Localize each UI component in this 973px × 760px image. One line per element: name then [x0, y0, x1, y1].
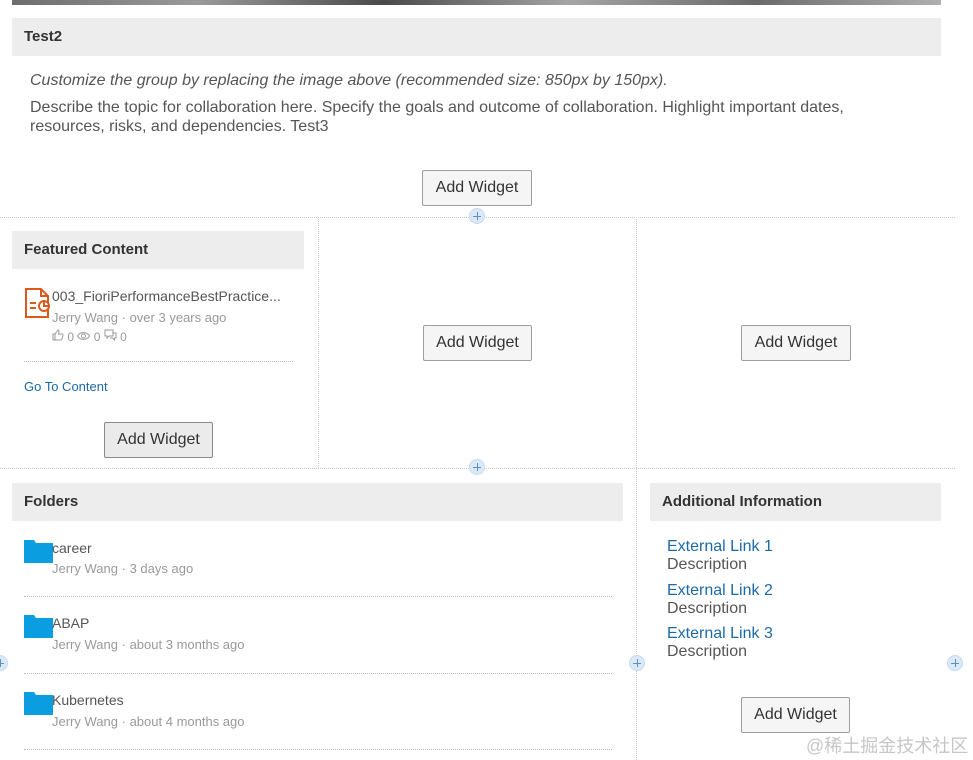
folders-title: Folders	[24, 493, 79, 510]
featured-item-name[interactable]: 003_FioriPerformanceBestPractice...	[52, 288, 281, 304]
folder-separator	[24, 673, 612, 674]
comment-icon[interactable]	[104, 329, 120, 344]
watermark: @稀土掘金技术社区	[806, 736, 969, 756]
go-to-content-link[interactable]: Go To Content	[24, 379, 108, 394]
featured-item-author[interactable]: Jerry Wang	[52, 310, 118, 325]
external-link-description: Description	[667, 643, 748, 660]
external-link-3[interactable]: External Link 3	[667, 625, 773, 643]
column-divider	[636, 217, 637, 760]
folder-icon	[24, 615, 53, 643]
comments-count: 0	[120, 330, 127, 344]
add-section-icon[interactable]	[0, 655, 8, 671]
views-count: 0	[93, 330, 101, 344]
folder-time: about 3 months ago	[129, 637, 245, 652]
external-link-description: Description	[667, 556, 748, 573]
external-link-2[interactable]: External Link 2	[667, 582, 773, 600]
folder-name[interactable]: ABAP	[52, 615, 89, 631]
folder-name[interactable]: Kubernetes	[52, 692, 124, 708]
add-widget-button[interactable]: Add Widget	[104, 422, 213, 458]
folder-separator	[24, 749, 612, 750]
meta-separator: ·	[121, 310, 126, 325]
featured-item-meta: Jerry Wang · over 3 years ago	[52, 310, 226, 325]
featured-item-time: over 3 years ago	[129, 310, 227, 325]
add-section-icon[interactable]	[629, 655, 645, 671]
additional-info-header: Additional Information	[650, 483, 941, 521]
thumbs-up-icon[interactable]	[52, 329, 67, 344]
add-widget-button[interactable]: Add Widget	[741, 325, 851, 361]
meta-separator: ·	[121, 714, 126, 729]
eye-icon	[77, 330, 93, 344]
featured-content-header: Featured Content	[12, 231, 304, 269]
meta-separator: ·	[121, 561, 126, 576]
group-title: Test2	[24, 28, 63, 45]
add-widget-button[interactable]: Add Widget	[423, 325, 532, 361]
folder-author[interactable]: Jerry Wang	[52, 561, 118, 576]
additional-info-title: Additional Information	[662, 493, 822, 510]
add-section-icon[interactable]	[469, 459, 485, 475]
featured-content-title: Featured Content	[24, 241, 149, 258]
folder-separator	[24, 596, 612, 597]
folder-meta: Jerry Wang · about 4 months ago	[52, 714, 245, 729]
presentation-file-icon	[24, 288, 52, 318]
folder-name[interactable]: career	[52, 540, 92, 556]
featured-item-stats: 0 0 0	[52, 329, 127, 344]
customize-hint: Customize the group by replacing the ima…	[30, 72, 668, 89]
folder-icon	[24, 692, 53, 720]
external-link-description: Description	[667, 600, 748, 617]
group-title-bar: Test2	[12, 18, 941, 56]
group-header-image	[12, 0, 941, 5]
likes-count: 0	[67, 330, 75, 344]
column-divider	[318, 217, 319, 468]
add-widget-button[interactable]: Add Widget	[422, 170, 532, 206]
folder-meta: Jerry Wang · about 3 months ago	[52, 637, 245, 652]
featured-separator	[24, 361, 293, 362]
external-link-1[interactable]: External Link 1	[667, 538, 773, 556]
folder-icon	[24, 540, 53, 568]
folders-header: Folders	[12, 483, 623, 521]
folder-meta: Jerry Wang · 3 days ago	[52, 561, 193, 576]
meta-separator: ·	[121, 637, 126, 652]
folder-time: about 4 months ago	[129, 714, 245, 729]
add-widget-button[interactable]: Add Widget	[741, 697, 850, 733]
group-description: Describe the topic for collaboration her…	[30, 99, 844, 135]
folder-time: 3 days ago	[129, 561, 194, 576]
folder-author[interactable]: Jerry Wang	[52, 637, 118, 652]
add-section-icon[interactable]	[469, 208, 485, 224]
add-section-icon[interactable]	[947, 655, 963, 671]
folder-author[interactable]: Jerry Wang	[52, 714, 118, 729]
